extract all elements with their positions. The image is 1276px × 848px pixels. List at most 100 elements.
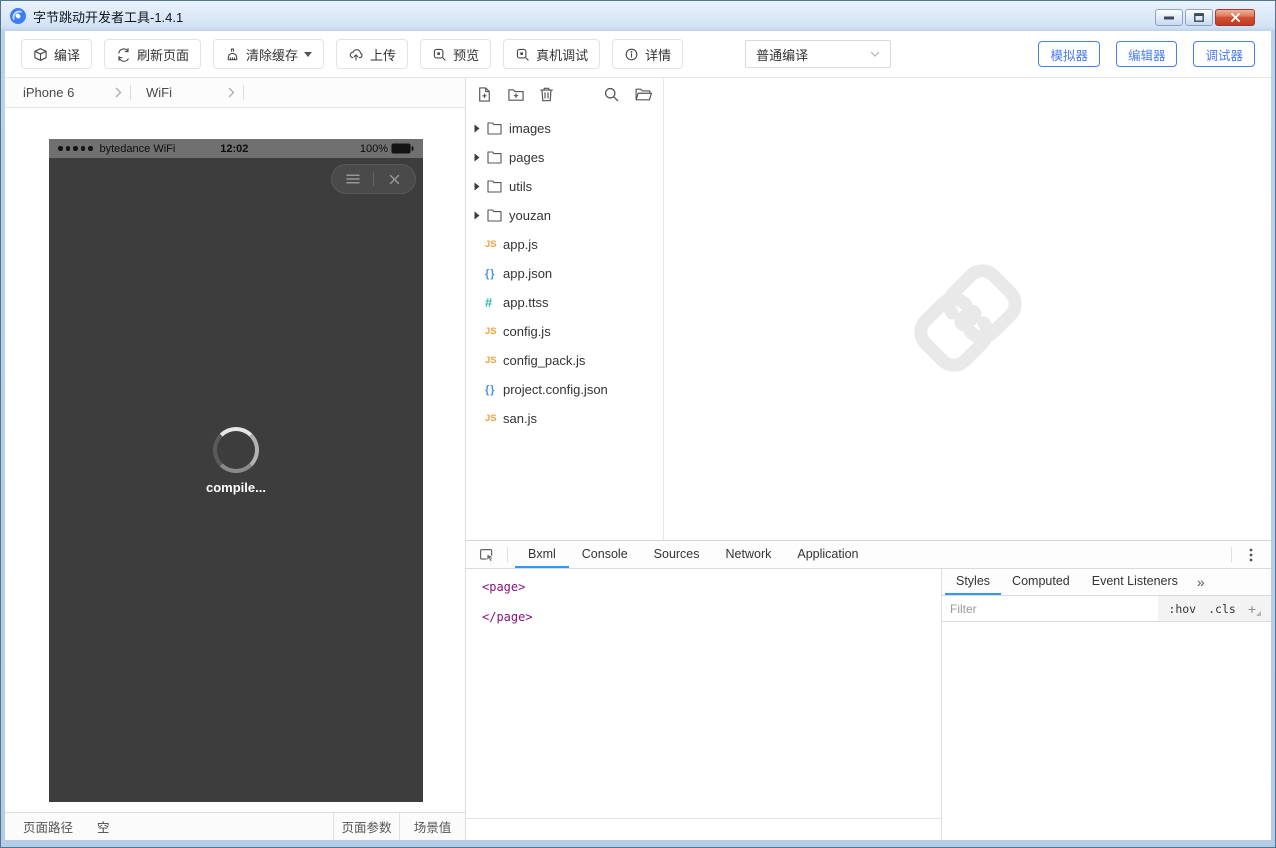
styles-tab-computed[interactable]: Computed <box>1001 569 1081 595</box>
devtools-tabbar: Bxml Console Sources Network Application <box>466 541 1271 569</box>
more-tabs-button[interactable]: » <box>1189 569 1213 595</box>
devtools-tab-application[interactable]: Application <box>784 541 871 568</box>
divider <box>243 85 244 100</box>
network-select[interactable]: WiFi <box>131 78 243 107</box>
maximize-button[interactable] <box>1185 9 1213 26</box>
devtools-tab-sources[interactable]: Sources <box>641 541 713 568</box>
devtools-menu-button[interactable] <box>1239 541 1263 568</box>
chevron-right-icon <box>228 87 235 98</box>
code-line[interactable]: <page> <box>482 576 941 606</box>
status-cells: 页面参数 场景值 <box>333 813 465 840</box>
elements-tree[interactable]: <page> </page> <box>466 569 942 840</box>
json-file-icon: {} <box>485 384 503 396</box>
device-select[interactable]: iPhone 6 <box>5 78 130 107</box>
file-tree: images pages utils <box>466 111 663 540</box>
close-icon <box>1231 13 1240 22</box>
expand-triangle-icon[interactable] <box>474 211 480 220</box>
tree-file-app-json[interactable]: {} app.json <box>466 259 663 288</box>
refresh-icon <box>116 47 131 62</box>
tree-file-config-js[interactable]: JS config.js <box>466 317 663 346</box>
battery-percent-label: 100% <box>360 143 388 155</box>
delete-trash-icon[interactable] <box>539 86 554 103</box>
tree-file-san-js[interactable]: JS san.js <box>466 404 663 433</box>
refresh-page-button[interactable]: 刷新页面 <box>104 39 201 69</box>
code-line[interactable]: </page> <box>482 606 941 636</box>
inspect-element-button[interactable] <box>474 541 500 568</box>
tree-folder-utils[interactable]: utils <box>466 172 663 201</box>
styles-tab-styles[interactable]: Styles <box>945 569 1001 595</box>
toggle-element-class-button[interactable]: .cls <box>1208 602 1236 616</box>
workspace-column: images pages utils <box>466 78 1271 840</box>
styles-filter-row: :hov .cls + <box>942 596 1271 622</box>
workspace-top-row: images pages utils <box>466 78 1271 540</box>
app-window: 字节跳动开发者工具-1.4.1 编译 <box>0 0 1276 848</box>
folder-icon <box>487 151 502 164</box>
file-explorer: images pages utils <box>466 78 664 540</box>
compile-mode-value: 普通编译 <box>756 45 808 64</box>
inspect-cursor-icon <box>479 547 495 563</box>
file-name: app.ttss <box>503 295 549 310</box>
capsule-close-button[interactable] <box>374 174 415 185</box>
toggle-hover-state-button[interactable]: :hov <box>1168 602 1196 616</box>
broom-icon <box>225 47 240 62</box>
loading-spinner-icon <box>213 427 259 473</box>
tree-folder-images[interactable]: images <box>466 114 663 143</box>
compile-button[interactable]: 编译 <box>21 39 92 69</box>
compile-mode-select[interactable]: 普通编译 <box>745 40 891 68</box>
editor-toggle-button[interactable]: 编辑器 <box>1116 41 1178 67</box>
devtools-tab-network[interactable]: Network <box>713 541 785 568</box>
battery-icon <box>391 143 414 154</box>
devtools-tab-console[interactable]: Console <box>569 541 641 568</box>
file-name: san.js <box>503 411 537 426</box>
chevron-down-icon <box>870 51 880 57</box>
clear-cache-button[interactable]: 清除缓存 <box>213 39 324 69</box>
tree-file-app-js[interactable]: JS app.js <box>466 230 663 259</box>
upload-button[interactable]: 上传 <box>336 39 408 69</box>
debugger-toggle-button[interactable]: 调试器 <box>1193 41 1255 67</box>
device-debug-button[interactable]: 真机调试 <box>503 39 600 69</box>
json-file-icon: {} <box>485 268 503 280</box>
simulator-status-bar: 页面路径 空 页面参数 场景值 <box>5 812 465 840</box>
chevron-right-icon <box>115 87 122 98</box>
tree-file-app-ttss[interactable]: # app.ttss <box>466 288 663 317</box>
simulator-toggle-button[interactable]: 模拟器 <box>1038 41 1100 67</box>
preview-button[interactable]: 预览 <box>420 39 491 69</box>
capsule-menu-button[interactable] <box>332 174 373 184</box>
battery-group: 100% <box>360 143 414 155</box>
styles-filter-input[interactable] <box>942 596 1158 621</box>
details-button[interactable]: 详情 <box>612 39 683 69</box>
new-file-icon[interactable] <box>476 86 493 103</box>
window-title: 字节跳动开发者工具-1.4.1 <box>33 7 183 26</box>
styles-tabbar: Styles Computed Event Listeners » <box>942 569 1271 596</box>
minimize-button[interactable] <box>1155 9 1183 26</box>
devtools-body: <page> </page> Styles Computed Event Lis… <box>466 569 1271 840</box>
expand-triangle-icon[interactable] <box>474 124 480 133</box>
close-icon <box>389 174 400 185</box>
folder-name: utils <box>509 179 532 194</box>
open-folder-icon[interactable] <box>634 86 653 103</box>
tree-folder-youzan[interactable]: youzan <box>466 201 663 230</box>
tree-folder-pages[interactable]: pages <box>466 143 663 172</box>
expand-triangle-icon[interactable] <box>474 182 480 191</box>
close-button[interactable] <box>1215 9 1255 26</box>
qr-debug-icon <box>515 47 530 62</box>
search-icon[interactable] <box>603 86 620 103</box>
page-params-button[interactable]: 页面参数 <box>333 813 399 840</box>
loading-text: compile... <box>49 480 423 495</box>
folder-name: youzan <box>509 208 551 223</box>
tree-file-config-pack-js[interactable]: JS config_pack.js <box>466 346 663 375</box>
file-explorer-toolbar <box>466 78 663 111</box>
scene-value-button[interactable]: 场景值 <box>399 813 465 840</box>
preview-button-label: 预览 <box>453 45 479 64</box>
js-file-icon: JS <box>485 239 503 250</box>
editor-canvas <box>664 78 1271 540</box>
devtools-tab-bxml[interactable]: Bxml <box>515 541 569 568</box>
styles-tab-event-listeners[interactable]: Event Listeners <box>1081 569 1189 595</box>
new-style-rule-button[interactable]: + <box>1248 601 1261 617</box>
tree-file-project-config-json[interactable]: {} project.config.json <box>466 375 663 404</box>
device-debug-button-label: 真机调试 <box>536 45 588 64</box>
styles-sidebar: Styles Computed Event Listeners » :hov .… <box>942 569 1271 840</box>
expand-triangle-icon[interactable] <box>474 153 480 162</box>
phone-status-bar: bytedance WiFi 12:02 100% <box>49 139 423 158</box>
new-folder-icon[interactable] <box>507 86 525 103</box>
